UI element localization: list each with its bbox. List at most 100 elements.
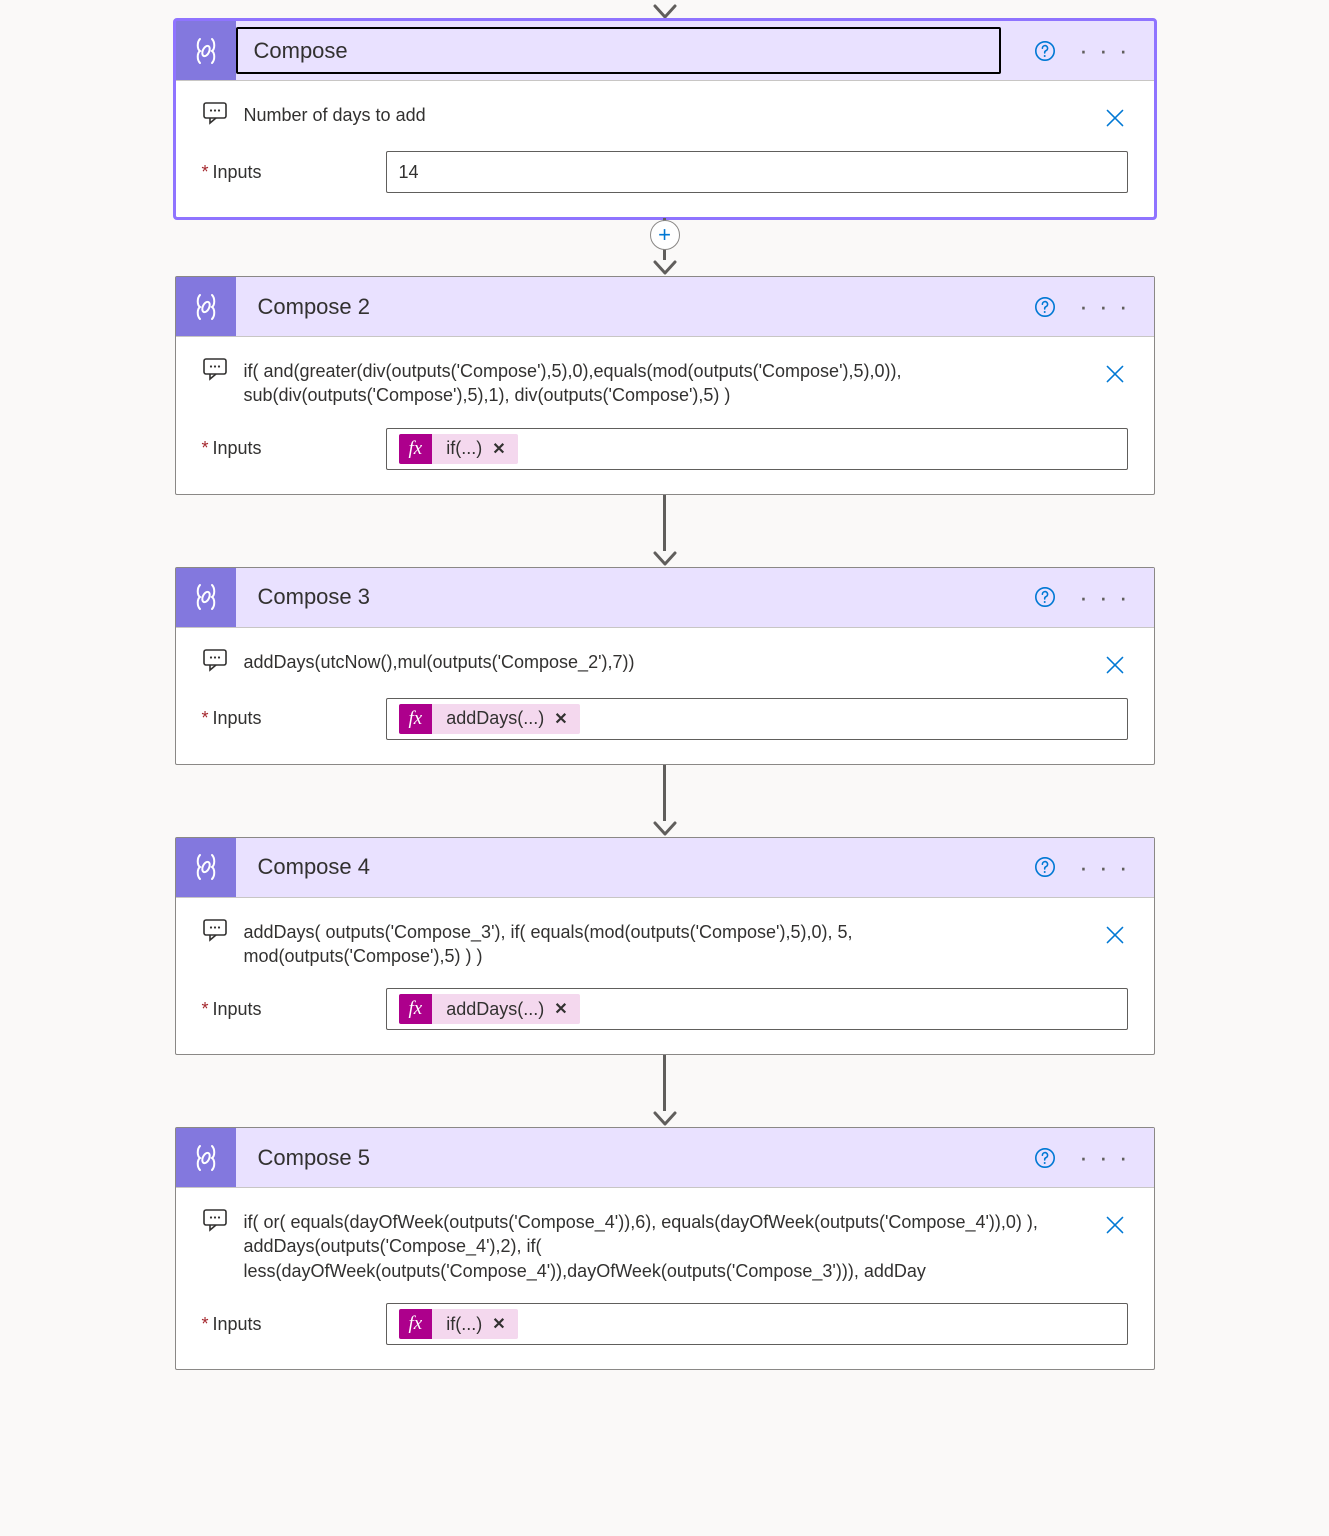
card-actions: · · ·	[1009, 277, 1153, 336]
expression-token[interactable]: fx addDays(...) ✕	[399, 704, 580, 734]
action-card-compose[interactable]: Compose 2 · · · if( and(greater(div(output…	[175, 276, 1155, 495]
compose-icon	[176, 568, 236, 627]
delete-comment-icon[interactable]	[1102, 357, 1128, 387]
card-title[interactable]: Compose 3	[236, 568, 1010, 627]
comment-row: Number of days to add	[176, 81, 1154, 133]
insert-step-button[interactable]: +	[650, 220, 680, 250]
delete-comment-icon[interactable]	[1102, 101, 1128, 131]
inputs-field[interactable]: fx if(...) ✕	[386, 428, 1128, 470]
comment-row: if( or( equals(dayOfWeek(outputs('Compos…	[176, 1188, 1154, 1285]
card-header[interactable]: Compose 3 · · ·	[176, 568, 1154, 628]
expression-token[interactable]: fxif(...)✕	[399, 1309, 518, 1339]
inputs-field[interactable]: 14	[386, 151, 1128, 193]
action-card-compose[interactable]: Compose 3 · · · addDays(utcNow(),mul(outpu…	[175, 567, 1155, 765]
card-body: addDays( outputs('Compose_3'), if( equal…	[176, 898, 1154, 1055]
more-menu-icon[interactable]: · · ·	[1079, 591, 1129, 604]
input-label-text: Inputs	[213, 708, 262, 728]
required-mark: *	[202, 162, 209, 182]
input-row: *Inputs fx addDays(...) ✕	[176, 970, 1154, 1030]
compose-icon	[176, 277, 236, 336]
compose-icon	[176, 1128, 236, 1187]
connector-line	[663, 495, 666, 551]
input-label: *Inputs	[202, 162, 362, 183]
connector	[652, 495, 678, 567]
comment-text[interactable]: if( or( equals(dayOfWeek(outputs('Compos…	[244, 1208, 1074, 1283]
arrow-down-icon	[652, 821, 678, 837]
card-title-input[interactable]: Compose	[236, 27, 1002, 74]
comment-icon	[202, 101, 228, 125]
action-card-compose[interactable]: Compose · · · Number of days to add *Inputs…	[175, 20, 1155, 218]
input-row: *Inputs fx addDays(...) ✕	[176, 680, 1154, 740]
input-label: *Inputs	[202, 999, 362, 1020]
expression-token-text: addDays(...)	[446, 999, 544, 1020]
card-title[interactable]: Compose 4	[236, 838, 1010, 897]
card-header[interactable]: Compose 2 · · ·	[176, 277, 1154, 337]
remove-token-icon[interactable]: ✕	[492, 1314, 505, 1334]
remove-token-icon[interactable]: ✕	[492, 439, 505, 459]
action-card-compose[interactable]: Compose 4 · · · addDays( outputs('Compose_…	[175, 837, 1155, 1056]
help-icon[interactable]	[1033, 1146, 1057, 1170]
card-actions: · · ·	[1009, 838, 1153, 897]
expression-token-text: addDays(...)	[446, 708, 544, 729]
expression-token-text: if(...)	[446, 438, 482, 459]
help-icon[interactable]	[1033, 39, 1057, 63]
comment-icon	[202, 357, 228, 381]
card-body: if( or( equals(dayOfWeek(outputs('Compos…	[176, 1188, 1154, 1369]
help-icon[interactable]	[1033, 295, 1057, 319]
card-body: if( and(greater(div(outputs('Compose'),5…	[176, 337, 1154, 494]
fx-icon: fx	[399, 434, 433, 464]
connector-line	[663, 765, 666, 821]
help-icon[interactable]	[1033, 855, 1057, 879]
compose-icon	[176, 838, 236, 897]
expression-token[interactable]: fx addDays(...) ✕	[399, 994, 580, 1024]
connector-line	[663, 1055, 666, 1111]
inputs-field[interactable]: fxif(...)✕	[386, 1303, 1128, 1345]
card-title[interactable]: Compose 2	[236, 277, 1010, 336]
arrow-down-icon	[652, 1111, 678, 1127]
card-title[interactable]: Compose 5	[236, 1128, 1010, 1187]
comment-text[interactable]: if( and(greater(div(outputs('Compose'),5…	[244, 357, 1074, 408]
help-icon[interactable]	[1033, 585, 1057, 609]
expression-token-text: if(...)	[446, 1314, 482, 1335]
delete-comment-icon[interactable]	[1102, 1208, 1128, 1238]
more-menu-icon[interactable]: · · ·	[1079, 1151, 1129, 1164]
comment-text[interactable]: addDays( outputs('Compose_3'), if( equal…	[244, 918, 1074, 969]
card-actions: · · ·	[1009, 1128, 1153, 1187]
comment-text[interactable]: Number of days to add	[244, 101, 1074, 127]
remove-token-icon[interactable]: ✕	[554, 999, 567, 1019]
input-label-text: Inputs	[213, 438, 262, 458]
arrow-down-icon	[652, 4, 678, 20]
card-actions: · · ·	[1009, 568, 1153, 627]
more-menu-icon[interactable]: · · ·	[1079, 44, 1129, 57]
connector	[652, 765, 678, 837]
card-body: addDays(utcNow(),mul(outputs('Compose_2'…	[176, 628, 1154, 764]
more-menu-icon[interactable]: · · ·	[1079, 861, 1129, 874]
delete-comment-icon[interactable]	[1102, 918, 1128, 948]
inputs-field[interactable]: fx addDays(...) ✕	[386, 698, 1128, 740]
connector	[652, 1055, 678, 1127]
expression-token-text-wrap: if(...) ✕	[432, 434, 517, 464]
arrow-down-icon	[652, 551, 678, 567]
expression-token[interactable]: fx if(...) ✕	[399, 434, 518, 464]
required-mark: *	[202, 708, 209, 728]
fx-icon: fx	[399, 994, 433, 1024]
input-row: *Inputs fx if(...) ✕	[176, 410, 1154, 470]
input-label-text: Inputs	[213, 1314, 262, 1334]
inputs-value[interactable]: 14	[399, 162, 419, 183]
action-card-compose[interactable]: Compose 5 · · · if( or( equals(dayOfWeek(o…	[175, 1127, 1155, 1370]
card-header[interactable]: Compose · · ·	[176, 21, 1154, 81]
card-header[interactable]: Compose 5 · · ·	[176, 1128, 1154, 1188]
more-menu-icon[interactable]: · · ·	[1079, 300, 1129, 313]
expression-token-text-wrap: if(...) ✕	[432, 1309, 517, 1339]
required-mark: *	[202, 438, 209, 458]
card-actions: · · ·	[1009, 21, 1153, 80]
comment-icon	[202, 918, 228, 942]
required-mark: *	[202, 999, 209, 1019]
delete-comment-icon[interactable]	[1102, 648, 1128, 678]
remove-token-icon[interactable]: ✕	[554, 709, 567, 729]
comment-row: addDays( outputs('Compose_3'), if( equal…	[176, 898, 1154, 971]
comment-text[interactable]: addDays(utcNow(),mul(outputs('Compose_2'…	[244, 648, 1074, 674]
inputs-field[interactable]: fx addDays(...) ✕	[386, 988, 1128, 1030]
card-header[interactable]: Compose 4 · · ·	[176, 838, 1154, 898]
fx-icon: fx	[399, 704, 433, 734]
